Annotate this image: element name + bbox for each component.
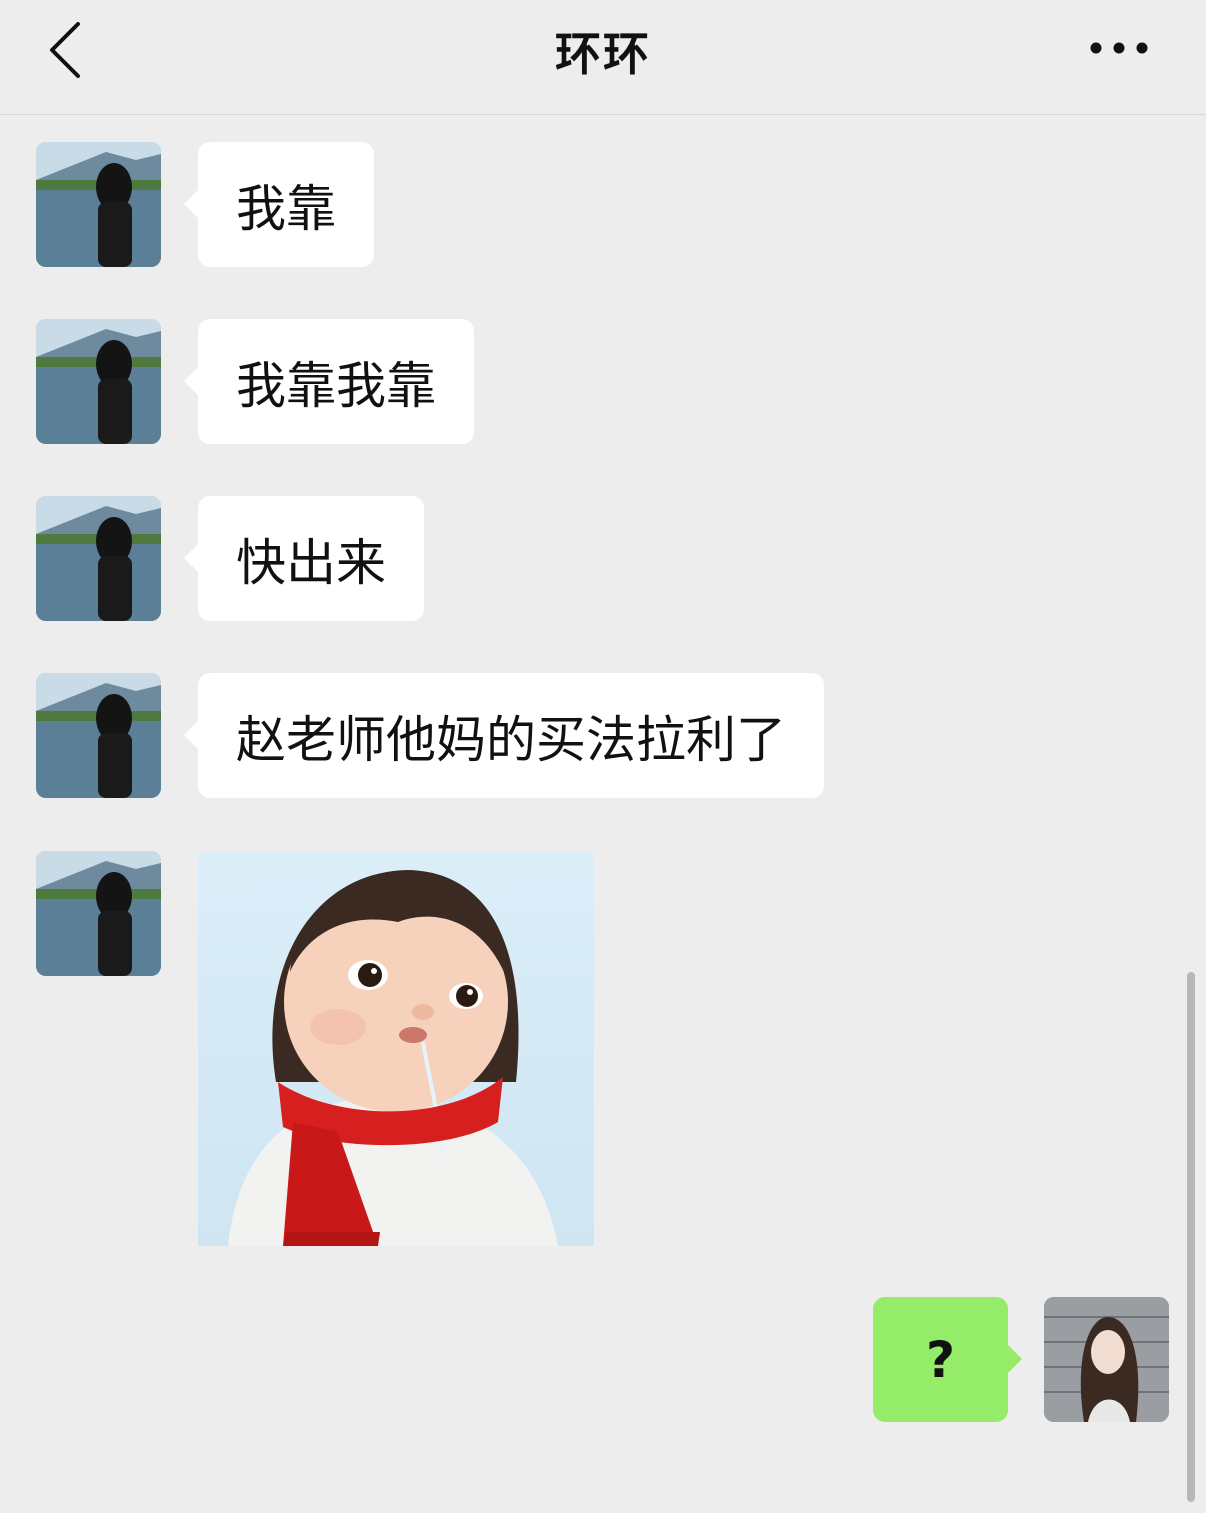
my-avatar[interactable] <box>1044 1297 1169 1422</box>
incoming-message-bubble[interactable]: 我靠 <box>184 142 374 267</box>
contact-avatar[interactable] <box>36 142 161 267</box>
scrollbar[interactable] <box>1187 972 1195 1502</box>
outgoing-message-bubble[interactable]: ? <box>873 1297 1022 1422</box>
incoming-message-bubble[interactable]: 赵老师他妈的买法拉利了 <box>184 673 824 798</box>
incoming-message-bubble[interactable]: 快出来 <box>184 496 424 621</box>
contact-avatar[interactable] <box>36 496 161 621</box>
contact-avatar[interactable] <box>36 319 161 444</box>
incoming-message-bubble[interactable]: 我靠我靠 <box>184 319 474 444</box>
chat-title: 环环 <box>555 27 651 81</box>
contact-avatar[interactable] <box>36 673 161 798</box>
chat-header: 环环 <box>0 0 1206 115</box>
contact-avatar[interactable] <box>36 851 161 976</box>
sticker-image[interactable] <box>198 852 594 1246</box>
more-dots-icon[interactable] <box>1086 28 1156 68</box>
